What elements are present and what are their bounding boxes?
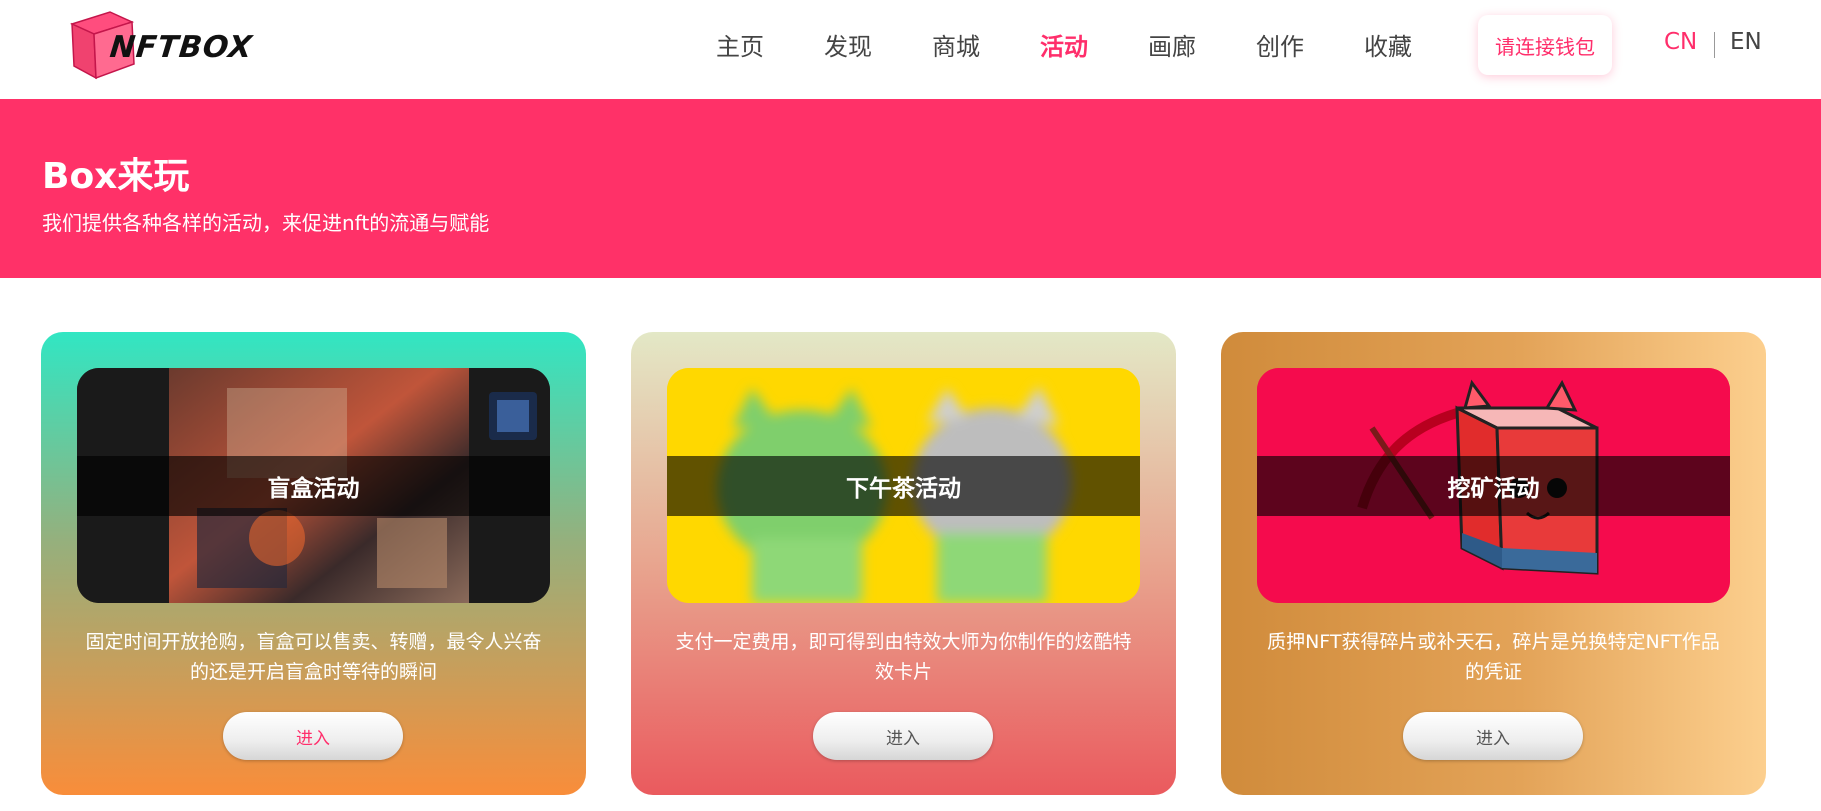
banner-subtitle: 我们提供各种各样的活动，来促进nft的流通与赋能 [42, 211, 490, 235]
blind-box-image[interactable]: 盲盒活动 [77, 368, 550, 603]
card-title: 盲盒活动 [267, 476, 360, 502]
card-title: 挖矿活动 [1447, 476, 1540, 502]
nav-gallery[interactable]: 画廊 [1148, 27, 1196, 62]
blind-box-title-bar: 盲盒活动 [77, 456, 550, 516]
logo-text: NFTBOX [108, 30, 255, 65]
mining-image[interactable]: 挖矿活动 [1257, 368, 1730, 603]
card-description: 固定时间开放抢购，盲盒可以售卖、转赠，最令人兴奋的还是开启盲盒时等待的瞬间 [85, 631, 542, 683]
card-title: 下午茶活动 [846, 476, 961, 502]
card-description: 质押NFT获得碎片或补天石，碎片是兑换特定NFT作品的凭证 [1267, 631, 1720, 683]
activity-card-afternoon-tea: 下午茶活动 支付一定费用，即可得到由特效大师为你制作的炫酷特效卡片 进入 [631, 332, 1176, 795]
banner-title: Box来玩 [42, 156, 190, 197]
afternoon-tea-image[interactable]: 下午茶活动 [667, 368, 1140, 603]
nav-activities[interactable]: 活动 [1040, 27, 1088, 62]
nav-home[interactable]: 主页 [716, 27, 764, 62]
logo[interactable]: NFTBOX [69, 10, 260, 82]
nav-mall[interactable]: 商城 [932, 27, 980, 62]
lang-divider [1714, 32, 1715, 58]
mining-title-bar: 挖矿活动 [1257, 456, 1730, 516]
enter-mining-button[interactable]: 进入 [1403, 712, 1583, 760]
nav-discover[interactable]: 发现 [824, 27, 872, 62]
activity-card-mining: 挖矿活动 质押NFT获得碎片或补天石，碎片是兑换特定NFT作品的凭证 进入 [1221, 332, 1766, 795]
lang-cn[interactable]: CN [1664, 29, 1697, 55]
top-header: NFTBOX 主页 发现 商城 活动 画廊 创作 收藏 请连接钱包 CN EN [0, 0, 1821, 99]
enter-blind-box-button[interactable]: 进入 [223, 712, 403, 760]
nav-create[interactable]: 创作 [1256, 27, 1304, 62]
card-description: 支付一定费用，即可得到由特效大师为你制作的炫酷特效卡片 [675, 631, 1132, 683]
enter-afternoon-tea-button[interactable]: 进入 [813, 712, 993, 760]
nav-collection[interactable]: 收藏 [1364, 27, 1412, 62]
page-banner: Box来玩 我们提供各种各样的活动，来促进nft的流通与赋能 [0, 99, 1821, 278]
lang-en[interactable]: EN [1730, 29, 1762, 55]
connect-wallet-button[interactable]: 请连接钱包 [1478, 15, 1612, 75]
activity-card-blind-box: 盲盒活动 固定时间开放抢购，盲盒可以售卖、转赠，最令人兴奋的还是开启盲盒时等待的… [41, 332, 586, 795]
afternoon-tea-title-bar: 下午茶活动 [667, 456, 1140, 516]
